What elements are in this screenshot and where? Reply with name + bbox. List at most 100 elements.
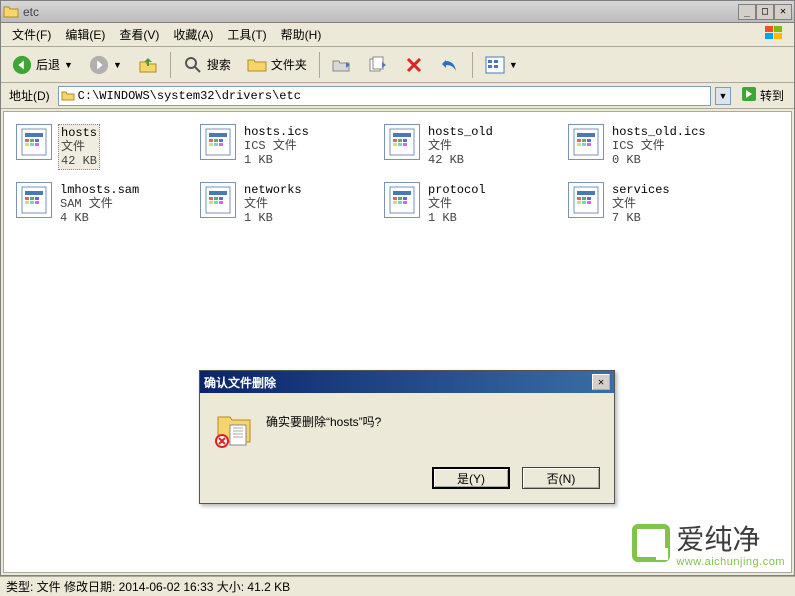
file-type: ICS 文件 <box>244 139 309 153</box>
search-icon <box>183 55 203 75</box>
file-type: SAM 文件 <box>60 197 139 211</box>
file-name: networks <box>244 183 302 197</box>
menubar: 文件(F) 编辑(E) 查看(V) 收藏(A) 工具(T) 帮助(H) <box>1 23 794 47</box>
menu-file[interactable]: 文件(F) <box>5 23 58 46</box>
file-size: 1 KB <box>244 153 309 167</box>
address-input[interactable] <box>78 89 708 103</box>
up-folder-icon <box>138 55 158 75</box>
confirm-delete-dialog: 确认文件删除 ✕ 确实要删除“hosts”吗? <box>199 370 615 504</box>
file-icon <box>568 124 604 160</box>
file-name: hosts_old.ics <box>612 125 706 139</box>
file-texts: services文件7 KB <box>610 182 672 226</box>
close-button[interactable]: ✕ <box>774 4 792 20</box>
delete-file-icon <box>214 411 254 451</box>
file-icon <box>568 182 604 218</box>
address-input-wrap[interactable] <box>58 86 711 106</box>
file-type: 文件 <box>612 197 670 211</box>
file-name: hosts <box>61 126 97 140</box>
minimize-button[interactable]: _ <box>738 4 756 20</box>
toolbar: 后退 ▼ ▼ 搜索 文件夹 <box>1 47 794 83</box>
menu-tools[interactable]: 工具(T) <box>220 23 273 46</box>
status-bar: 类型: 文件 修改日期: 2014-06-02 16:33 大小: 41.2 K… <box>0 576 795 596</box>
search-button[interactable]: 搜索 <box>176 50 238 80</box>
back-button[interactable]: 后退 ▼ <box>5 50 80 80</box>
go-label: 转到 <box>760 87 784 104</box>
file-size: 4 KB <box>60 211 139 225</box>
file-size: 7 KB <box>612 211 670 225</box>
file-size: 0 KB <box>612 153 706 167</box>
chevron-down-icon: ▼ <box>113 60 122 70</box>
file-item[interactable]: hosts_old文件42 KB <box>380 120 560 174</box>
file-texts: protocol文件1 KB <box>426 182 488 226</box>
copy-to-icon <box>368 55 388 75</box>
file-texts: lmhosts.samSAM 文件4 KB <box>58 182 141 226</box>
menu-view[interactable]: 查看(V) <box>112 23 166 46</box>
explorer-window: etc _ □ ✕ 文件(F) 编辑(E) 查看(V) 收藏(A) 工具(T) … <box>0 0 795 576</box>
address-label: 地址(D) <box>5 87 54 104</box>
undo-icon <box>440 55 460 75</box>
file-icon <box>200 182 236 218</box>
file-item[interactable]: lmhosts.samSAM 文件4 KB <box>12 178 192 230</box>
delete-button[interactable] <box>397 50 431 80</box>
file-size: 1 KB <box>428 211 486 225</box>
file-list-pane[interactable]: hosts文件42 KBhosts.icsICS 文件1 KBhosts_old… <box>3 111 792 573</box>
folders-icon <box>247 55 267 75</box>
file-item[interactable]: hosts.icsICS 文件1 KB <box>196 120 376 174</box>
folders-label: 文件夹 <box>271 56 307 73</box>
menu-help[interactable]: 帮助(H) <box>274 23 329 46</box>
views-button[interactable]: ▼ <box>478 50 525 80</box>
titlebar: etc _ □ ✕ <box>1 1 794 23</box>
dialog-close-button[interactable]: ✕ <box>592 374 610 390</box>
forward-icon <box>89 55 109 75</box>
file-size: 1 KB <box>244 211 302 225</box>
address-dropdown-button[interactable]: ▼ <box>715 87 731 105</box>
dialog-message: 确实要删除“hosts”吗? <box>266 411 381 430</box>
file-item[interactable]: networks文件1 KB <box>196 178 376 230</box>
file-name: hosts.ics <box>244 125 309 139</box>
menu-edit[interactable]: 编辑(E) <box>58 23 112 46</box>
file-type: 文件 <box>61 140 97 154</box>
file-item[interactable]: hosts_old.icsICS 文件0 KB <box>564 120 744 174</box>
no-button[interactable]: 否(N) <box>522 467 600 489</box>
windows-flag-icon <box>758 24 790 45</box>
file-type: 文件 <box>428 197 486 211</box>
file-name: protocol <box>428 183 486 197</box>
file-texts: networks文件1 KB <box>242 182 304 226</box>
up-button[interactable] <box>131 50 165 80</box>
file-item[interactable]: protocol文件1 KB <box>380 178 560 230</box>
search-label: 搜索 <box>207 56 231 73</box>
file-name: services <box>612 183 670 197</box>
yes-button[interactable]: 是(Y) <box>432 467 510 489</box>
dialog-title: 确认文件删除 <box>204 374 276 391</box>
file-texts: hosts_old文件42 KB <box>426 124 495 168</box>
file-icon <box>16 182 52 218</box>
copy-to-button[interactable] <box>361 50 395 80</box>
file-texts: hosts_old.icsICS 文件0 KB <box>610 124 708 168</box>
go-button[interactable]: 转到 <box>735 86 790 106</box>
address-bar: 地址(D) ▼ 转到 <box>1 83 794 109</box>
file-item[interactable]: hosts文件42 KB <box>12 120 192 174</box>
forward-button[interactable]: ▼ <box>82 50 129 80</box>
menu-favorites[interactable]: 收藏(A) <box>166 23 220 46</box>
file-type: ICS 文件 <box>612 139 706 153</box>
folder-icon <box>61 89 75 103</box>
chevron-down-icon: ▼ <box>64 60 73 70</box>
file-name: hosts_old <box>428 125 493 139</box>
status-text: 类型: 文件 修改日期: 2014-06-02 16:33 大小: 41.2 K… <box>6 578 290 595</box>
move-to-button[interactable] <box>325 50 359 80</box>
file-type: 文件 <box>244 197 302 211</box>
views-icon <box>485 55 505 75</box>
folders-button[interactable]: 文件夹 <box>240 50 314 80</box>
file-texts: hosts文件42 KB <box>58 124 100 170</box>
chevron-down-icon: ▼ <box>509 60 518 70</box>
file-item[interactable]: services文件7 KB <box>564 178 744 230</box>
file-name: lmhosts.sam <box>60 183 139 197</box>
file-icon <box>16 124 52 160</box>
file-texts: hosts.icsICS 文件1 KB <box>242 124 311 168</box>
delete-icon <box>404 55 424 75</box>
file-icon <box>384 182 420 218</box>
file-size: 42 KB <box>428 153 493 167</box>
undo-button[interactable] <box>433 50 467 80</box>
window-title: etc <box>23 5 738 19</box>
maximize-button[interactable]: □ <box>756 4 774 20</box>
